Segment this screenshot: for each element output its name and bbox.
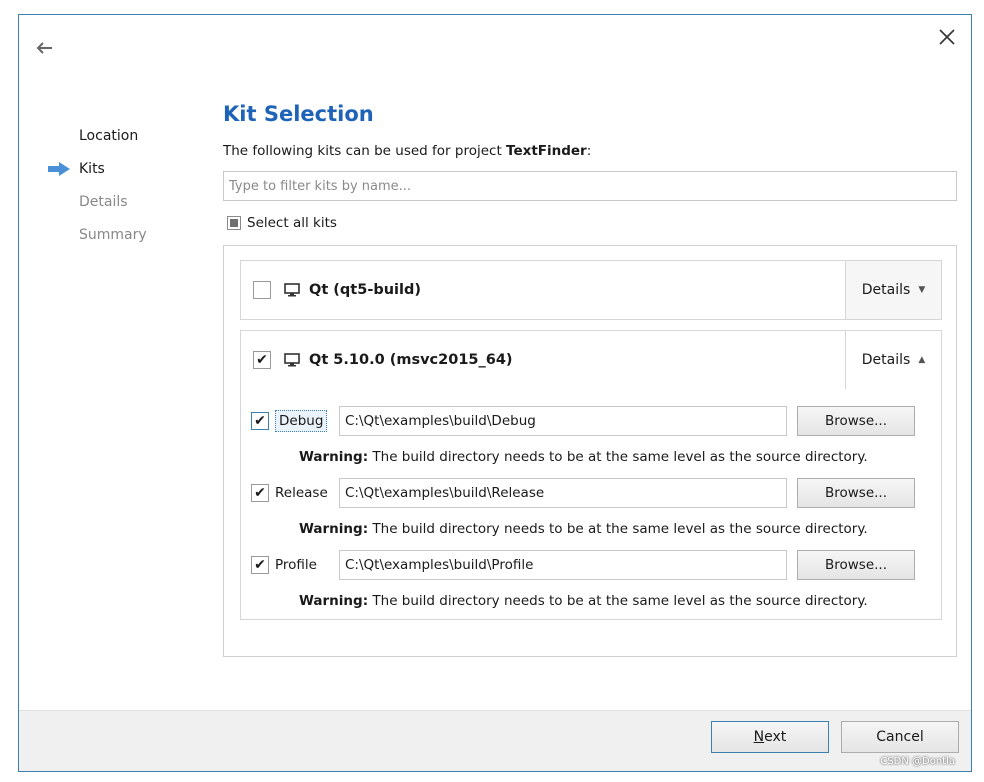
build-label-text: Debug: [275, 410, 328, 432]
close-button[interactable]: [935, 25, 959, 49]
desc-prefix: The following kits can be used for proje…: [223, 143, 507, 159]
warning-text: The build directory needs to be at the s…: [368, 593, 868, 609]
build-path-input[interactable]: [339, 478, 787, 508]
kit-selection-page: Kit Selection The following kits can be …: [223, 97, 961, 657]
step-label: Details: [79, 194, 128, 210]
next-mnemonic: N: [753, 729, 765, 745]
build-checkbox[interactable]: ✔: [251, 484, 269, 502]
warning-text: The build directory needs to be at the s…: [368, 521, 868, 537]
build-path-input[interactable]: [339, 550, 787, 580]
wizard-dialog: Location Kits Details Summary Kit Select…: [18, 14, 972, 772]
chevron-down-icon: ▼: [918, 285, 926, 295]
kit-qt-5-10-0: ✔ Qt 5.10.0 (msvc2015_64) Details ▲ ✔ De…: [240, 330, 942, 620]
step-kits: Kits: [47, 158, 147, 191]
build-label: Debug: [275, 410, 339, 432]
cancel-button[interactable]: Cancel: [841, 721, 959, 753]
select-all-checkbox[interactable]: [227, 216, 241, 230]
browse-button[interactable]: Browse...: [797, 406, 915, 436]
kit-qt5-build: Qt (qt5-build) Details ▼: [240, 260, 942, 320]
check-mark-icon: ✔: [254, 557, 266, 573]
monitor-icon: [284, 283, 300, 297]
kit-header: ✔ Qt 5.10.0 (msvc2015_64) Details ▲: [241, 331, 941, 389]
wizard-steps: Location Kits Details Summary: [47, 125, 147, 257]
step-details: Details: [47, 191, 147, 224]
check-mark-icon: ✔: [256, 352, 268, 368]
build-path-input[interactable]: [339, 406, 787, 436]
kits-panel: Qt (qt5-build) Details ▼ ✔ Qt 5.10.0 (ms…: [223, 245, 957, 657]
kit-name: Qt 5.10.0 (msvc2015_64): [309, 352, 513, 368]
watermark: CSDN @Dontla: [880, 756, 955, 767]
step-label: Summary: [79, 227, 147, 243]
step-label: Location: [79, 128, 139, 144]
step-location: Location: [47, 125, 147, 158]
warning-prefix: Warning:: [299, 521, 369, 537]
build-config-debug: ✔ Debug Browse...: [241, 403, 941, 439]
build-warning: Warning: The build directory needs to be…: [241, 583, 941, 619]
desc-suffix: :: [586, 143, 592, 159]
select-all-label: Select all kits: [247, 215, 337, 231]
kit-filter-input[interactable]: [223, 171, 957, 201]
build-label-text: Release: [275, 485, 328, 501]
page-title: Kit Selection: [223, 102, 374, 126]
build-checkbox[interactable]: ✔: [251, 412, 269, 430]
build-config-profile: ✔ Profile Browse...: [241, 547, 941, 583]
details-label: Details: [861, 352, 911, 368]
project-name: TextFinder: [506, 143, 587, 159]
step-label: Kits: [79, 161, 105, 177]
details-label: Details: [861, 282, 911, 298]
kit-name: Qt (qt5-build): [309, 282, 421, 298]
warning-prefix: Warning:: [299, 449, 369, 465]
back-arrow-icon[interactable]: [33, 37, 55, 59]
select-all-kits[interactable]: Select all kits: [223, 211, 961, 235]
current-step-arrow-icon: [48, 162, 70, 176]
build-label-text: Profile: [275, 557, 317, 573]
page-description: The following kits can be used for proje…: [223, 143, 961, 165]
next-button[interactable]: Next: [711, 721, 829, 753]
warning-text: The build directory needs to be at the s…: [368, 449, 868, 465]
kit-details-button[interactable]: Details ▼: [845, 261, 941, 319]
check-mark-icon: ✔: [254, 413, 266, 429]
warning-prefix: Warning:: [299, 593, 369, 609]
chevron-up-icon: ▲: [918, 355, 926, 365]
monitor-icon: [284, 353, 300, 367]
kit-checkbox[interactable]: ✔: [253, 351, 271, 369]
kit-checkbox[interactable]: [253, 281, 271, 299]
build-warning: Warning: The build directory needs to be…: [241, 439, 941, 475]
step-summary: Summary: [47, 224, 147, 257]
kit-details-button[interactable]: Details ▲: [845, 331, 941, 389]
close-icon: [939, 29, 955, 45]
kit-header: Qt (qt5-build) Details ▼: [241, 261, 941, 319]
check-mark-icon: ✔: [254, 485, 266, 501]
build-warning: Warning: The build directory needs to be…: [241, 511, 941, 547]
build-checkbox[interactable]: ✔: [251, 556, 269, 574]
build-config-release: ✔ Release Browse...: [241, 475, 941, 511]
back-arrow-svg: [36, 42, 52, 54]
browse-button[interactable]: Browse...: [797, 478, 915, 508]
build-label: Profile: [275, 557, 339, 573]
build-label: Release: [275, 485, 339, 501]
dialog-footer: Next Cancel CSDN @Dontla: [19, 710, 971, 771]
next-label-rest: ext: [764, 729, 787, 745]
browse-button[interactable]: Browse...: [797, 550, 915, 580]
